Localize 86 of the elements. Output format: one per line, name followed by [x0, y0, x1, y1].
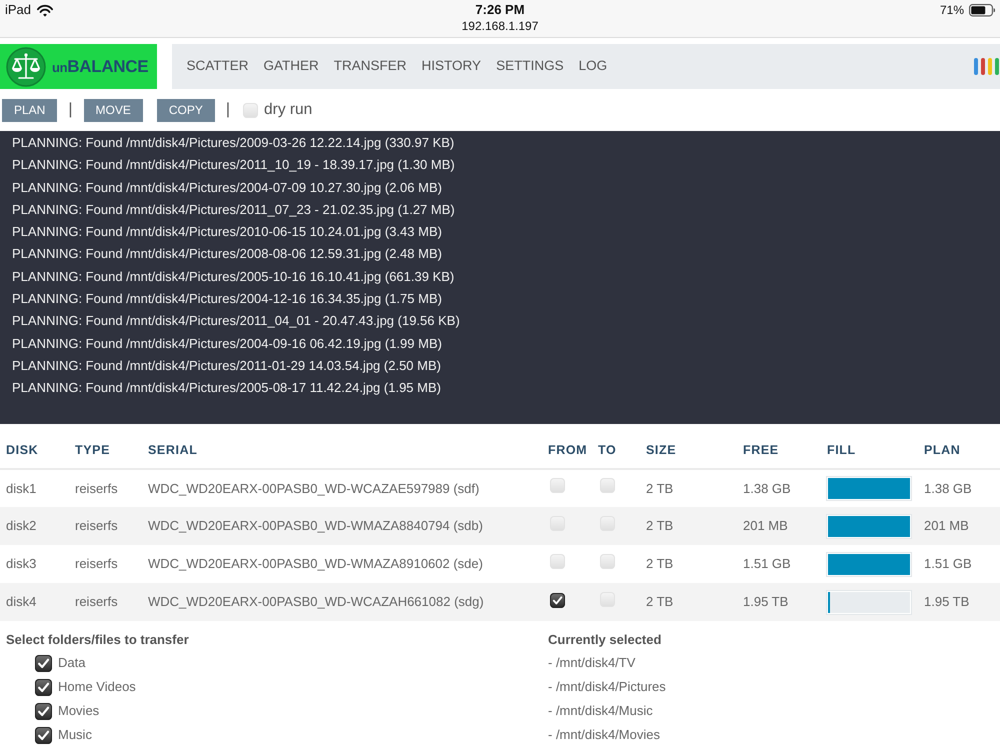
log-line: PLANNING: Found /mnt/disk4/Pictures/2008-08-06 12.59.31.jpg (2.48 MB) — [12, 245, 443, 264]
table-cell: 2 TB — [646, 480, 674, 496]
table-cell: WDC_WD20EARX-00PASB0_WD-WCAZAH661082 (sdg) — [148, 594, 484, 610]
table-cell: reiserfs — [75, 556, 118, 572]
device-label: iPad — [5, 1, 32, 20]
log-line: PLANNING: Found /mnt/disk4/Pictures/2010-06-15 10.24.01.jpg (3.43 MB) — [12, 223, 443, 242]
column-header: DISK — [6, 443, 38, 458]
folder-label: Music — [58, 726, 92, 744]
checkbox[interactable] — [550, 478, 565, 494]
table-cell: 2 TB — [646, 594, 674, 610]
toolbar-button[interactable]: MOVE — [84, 98, 143, 122]
log-line: PLANNING: Found /mnt/disk4/Pictures/2005-10-16 16.10.41.jpg (661.39 KB) — [12, 268, 456, 286]
checkbox[interactable] — [550, 554, 565, 569]
table-cell: 201 MB — [743, 518, 788, 534]
toolbar-button[interactable]: PLAN — [2, 98, 58, 122]
table-cell: WDC_WD20EARX-00PASB0_WD-WMAZA8840794 (sdb) — [148, 518, 483, 534]
log-line: PLANNING: Found /mnt/disk4/Pictures/2011-01-29 14.03.54.jpg (2.50 MB) — [12, 356, 442, 375]
table-cell: reiserfs — [75, 518, 118, 534]
log-line: PLANNING: Found /mnt/disk4/Pictures/2004-09-16 06.42.19.jpg (1.99 MB) — [12, 334, 443, 353]
checkbox[interactable] — [35, 726, 52, 744]
checkbox-label: dry run — [264, 100, 312, 120]
checkbox[interactable] — [600, 554, 615, 569]
table-cell: disk3 — [6, 556, 36, 572]
nav-link[interactable]: LOG — [571, 52, 615, 81]
toolbar-divider: | — [226, 100, 230, 120]
path-text: - /mnt/disk4/Music — [548, 702, 653, 720]
checkbox[interactable] — [35, 678, 52, 696]
column-header: SERIAL — [148, 443, 198, 458]
path-text: - /mnt/disk4/TV — [548, 654, 636, 672]
log-line: PLANNING: Found /mnt/disk4/Pictures/2004-07-09 10.27.30.jpg (2.06 MB) — [12, 178, 443, 197]
nav-link[interactable]: SCATTER — [179, 52, 256, 81]
column-header: FROM — [548, 443, 588, 458]
table-cell: disk4 — [6, 594, 36, 610]
battery-percent: 71% — [940, 2, 964, 19]
table-cell: disk1 — [6, 480, 36, 496]
page-address: 192.168.1.197 — [462, 18, 538, 34]
log-line: PLANNING: Found /mnt/disk4/Pictures/2005-08-17 11.42.24.jpg (1.95 MB) — [12, 379, 442, 398]
clock-time: 7:26 PM — [475, 2, 525, 18]
checkbox[interactable] — [243, 102, 258, 118]
column-header: FREE — [743, 443, 779, 458]
table-cell: reiserfs — [75, 480, 118, 496]
logo-text: unBALANCE — [52, 58, 148, 75]
table-cell: 1.95 TB — [924, 594, 970, 610]
table-cell: 1.51 GB — [924, 556, 972, 572]
column-header: TO — [598, 443, 616, 458]
battery-icon — [969, 4, 995, 16]
nav-link[interactable]: HISTORY — [414, 52, 489, 81]
section-title: Select folders/files to transfer — [6, 631, 190, 649]
wifi-icon — [37, 4, 54, 16]
toolbar-button[interactable]: COPY — [156, 98, 215, 122]
table-cell: 201 MB — [924, 518, 969, 534]
column-header: TYPE — [75, 443, 110, 458]
table-cell: 1.51 GB — [743, 556, 791, 572]
bars-icon — [974, 58, 999, 75]
checkbox[interactable] — [600, 478, 615, 494]
table-cell: 1.38 GB — [743, 480, 791, 496]
table-cell: reiserfs — [75, 594, 118, 610]
table-cell: 1.38 GB — [924, 480, 972, 496]
folder-label: Movies — [58, 702, 100, 720]
checkbox[interactable] — [35, 654, 52, 672]
log-line: PLANNING: Found /mnt/disk4/Pictures/2011_10_19 - 18.39.17.jpg (1.30 MB) — [12, 156, 456, 174]
log-line: PLANNING: Found /mnt/disk4/Pictures/2011_07_23 - 21.02.35.jpg (1.27 MB) — [12, 200, 456, 219]
path-text: - /mnt/disk4/Pictures — [548, 678, 666, 696]
table-cell: 1.95 TB — [743, 594, 788, 610]
log-line: PLANNING: Found /mnt/disk4/Pictures/2011_04_01 - 20.47.43.jpg (19.56 KB) — [12, 312, 461, 330]
nav-link[interactable]: SETTINGS — [488, 52, 572, 81]
column-header: SIZE — [646, 443, 676, 458]
table-cell: disk2 — [6, 518, 36, 534]
column-header: FILL — [827, 443, 856, 458]
nav-link[interactable]: GATHER — [256, 52, 326, 81]
folder-label: Data — [58, 654, 86, 672]
table-cell: WDC_WD20EARX-00PASB0_WD-WCAZAE597989 (sdf) — [148, 480, 480, 496]
path-text: - /mnt/disk4/Movies — [548, 726, 660, 744]
log-line: PLANNING: Found /mnt/disk4/Pictures/2009-03-26 12.22.14.jpg (330.97 KB) — [12, 134, 456, 152]
checkbox[interactable] — [550, 593, 565, 608]
checkbox[interactable] — [35, 702, 52, 720]
folder-label: Home Videos — [58, 678, 136, 696]
column-header: PLAN — [924, 443, 960, 458]
scales-icon — [6, 46, 46, 86]
table-cell: 2 TB — [646, 556, 674, 572]
table-cell: 2 TB — [646, 518, 674, 534]
section-title: Currently selected — [548, 631, 662, 649]
nav-link[interactable]: TRANSFER — [326, 52, 414, 81]
toolbar-divider: | — [68, 100, 73, 120]
log-line: PLANNING: Found /mnt/disk4/Pictures/2004-12-16 16.34.35.jpg (1.75 MB) — [12, 290, 443, 308]
table-cell: WDC_WD20EARX-00PASB0_WD-WMAZA8910602 (sde) — [148, 556, 483, 572]
